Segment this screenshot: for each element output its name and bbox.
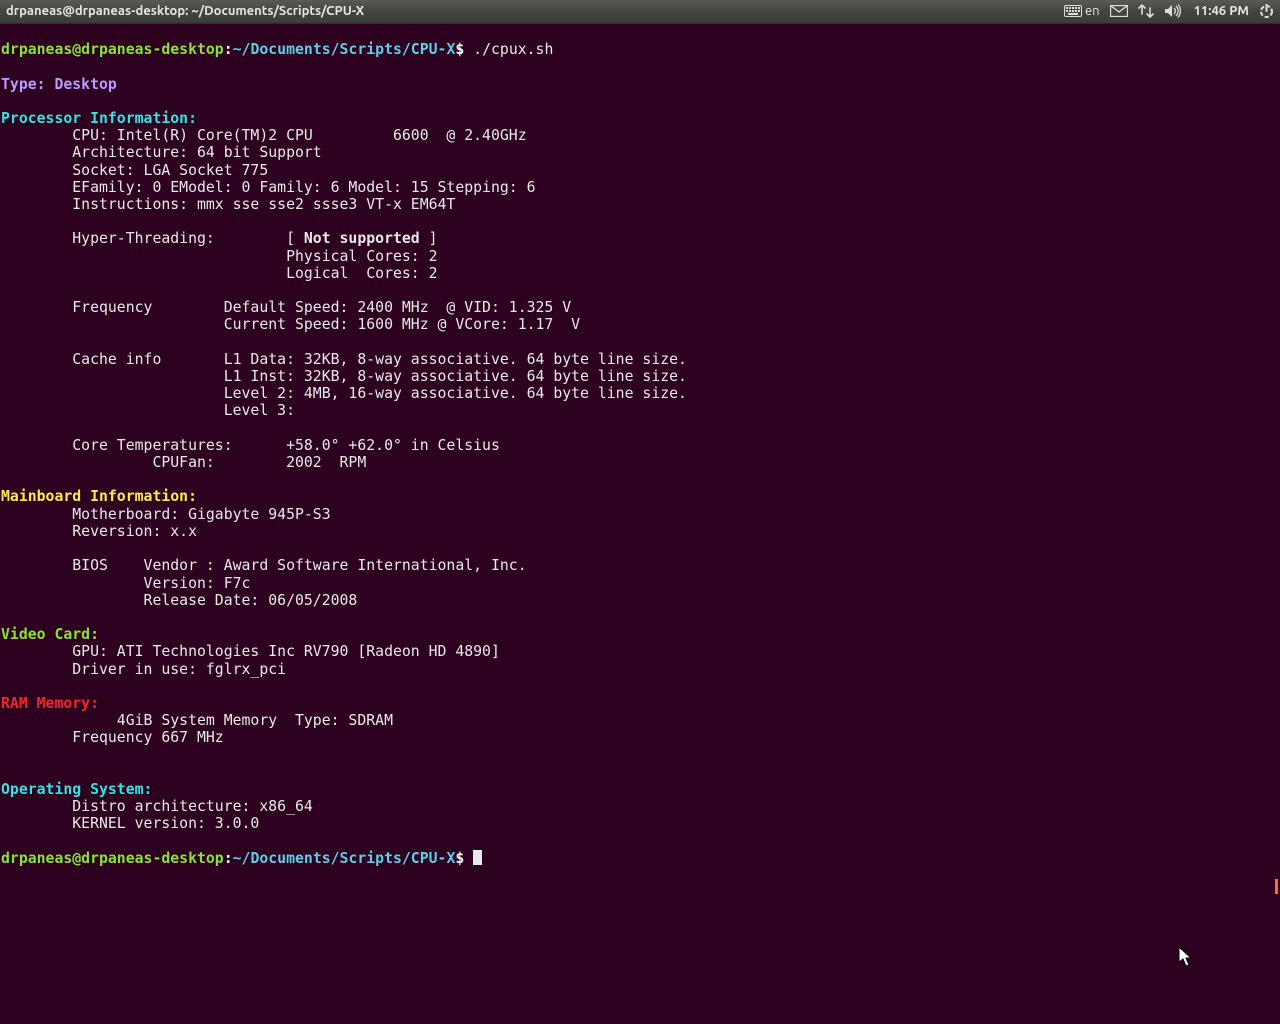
network-icon[interactable]	[1138, 4, 1154, 18]
terminal-cursor	[473, 850, 482, 865]
top-panel: drpaneas@drpaneas-desktop: ~/Documents/S…	[0, 0, 1280, 24]
proc-arch: Architecture: 64 bit Support	[1, 144, 322, 161]
os-kernel: KERNEL version: 3.0.0	[1, 815, 259, 832]
proc-freq2: Current Speed: 1600 MHz @ VCore: 1.17 V	[1, 316, 580, 333]
proc-ht-value: Not supported	[304, 230, 420, 247]
type-label: Type:	[1, 76, 54, 93]
proc-freq1: Frequency Default Speed: 2400 MHz @ VID:…	[1, 299, 571, 316]
proc-family: EFamily: 0 EModel: 0 Family: 6 Model: 15…	[1, 179, 536, 196]
proc-fan: CPUFan: 2002 RPM	[1, 454, 366, 471]
os-arch: Distro architecture: x86_64	[1, 798, 313, 815]
mb-ver: Version: F7c	[1, 575, 250, 592]
clock[interactable]: 11:46 PM	[1194, 3, 1249, 20]
keyboard-indicator[interactable]: en	[1064, 3, 1100, 20]
video-driver: Driver in use: fglrx_pci	[1, 661, 286, 678]
proc-cache3: Level 2: 4MB, 16-way associative. 64 byt…	[1, 385, 687, 402]
proc-ht-label: Hyper-Threading: [	[1, 230, 304, 247]
proc-header: Processor Information:	[1, 110, 197, 127]
ram-freq: Frequency 667 MHz	[1, 729, 224, 746]
keyboard-lang: en	[1085, 3, 1100, 20]
command-text: ./cpux.sh	[473, 41, 553, 58]
scrollbar-marker	[1275, 879, 1278, 894]
prompt2-dollar: $	[455, 850, 464, 867]
video-header: Video Card:	[1, 626, 99, 643]
proc-cache4: Level 3:	[1, 402, 295, 419]
prompt2-user: drpaneas@drpaneas-desktop	[1, 850, 224, 867]
mb-mobo: Motherboard: Gigabyte 945P-S3	[1, 506, 331, 523]
mb-bios: BIOS Vendor : Award Software Internation…	[1, 557, 527, 574]
window-title: drpaneas@drpaneas-desktop: ~/Documents/S…	[0, 3, 1064, 20]
mb-header: Mainboard Information:	[1, 488, 197, 505]
prompt-colon: :	[224, 41, 233, 58]
terminal-output[interactable]: drpaneas@drpaneas-desktop:~/Documents/Sc…	[0, 24, 1280, 867]
prompt-dollar: $	[455, 41, 464, 58]
type-value: Desktop	[54, 76, 116, 93]
proc-cache1: Cache info L1 Data: 32KB, 8-way associat…	[1, 351, 687, 368]
keyboard-icon	[1064, 5, 1082, 17]
prompt2-path: ~/Documents/Scripts/CPU-X	[233, 850, 456, 867]
proc-cpu: CPU: Intel(R) Core(TM)2 CPU 6600 @ 2.40G…	[1, 127, 527, 144]
proc-lcores: Logical Cores: 2	[1, 265, 438, 282]
ram-mem: 4GiB System Memory Type: SDRAM	[1, 712, 393, 729]
prompt-path: ~/Documents/Scripts/CPU-X	[233, 41, 456, 58]
prompt-user: drpaneas@drpaneas-desktop	[1, 41, 224, 58]
prompt2-colon: :	[224, 850, 233, 867]
sound-icon[interactable]	[1164, 4, 1184, 18]
proc-pcores: Physical Cores: 2	[1, 248, 438, 265]
mb-date: Release Date: 06/05/2008	[1, 592, 357, 609]
system-tray: en 11:46 PM	[1064, 3, 1280, 20]
session-icon[interactable]	[1259, 4, 1274, 19]
proc-cache2: L1 Inst: 32KB, 8-way associative. 64 byt…	[1, 368, 687, 385]
proc-instr: Instructions: mmx sse sse2 ssse3 VT-x EM…	[1, 196, 455, 213]
os-header: Operating System:	[1, 781, 152, 798]
video-gpu: GPU: ATI Technologies Inc RV790 [Radeon …	[1, 643, 500, 660]
proc-socket: Socket: LGA Socket 775	[1, 162, 268, 179]
mb-rev: Reversion: x.x	[1, 523, 197, 540]
proc-temp: Core Temperatures: +58.0° +62.0° in Cels…	[1, 437, 500, 454]
mouse-pointer-icon	[1178, 946, 1194, 968]
mail-icon[interactable]	[1110, 5, 1128, 17]
proc-ht-close: ]	[420, 230, 438, 247]
ram-header: RAM Memory:	[1, 695, 99, 712]
